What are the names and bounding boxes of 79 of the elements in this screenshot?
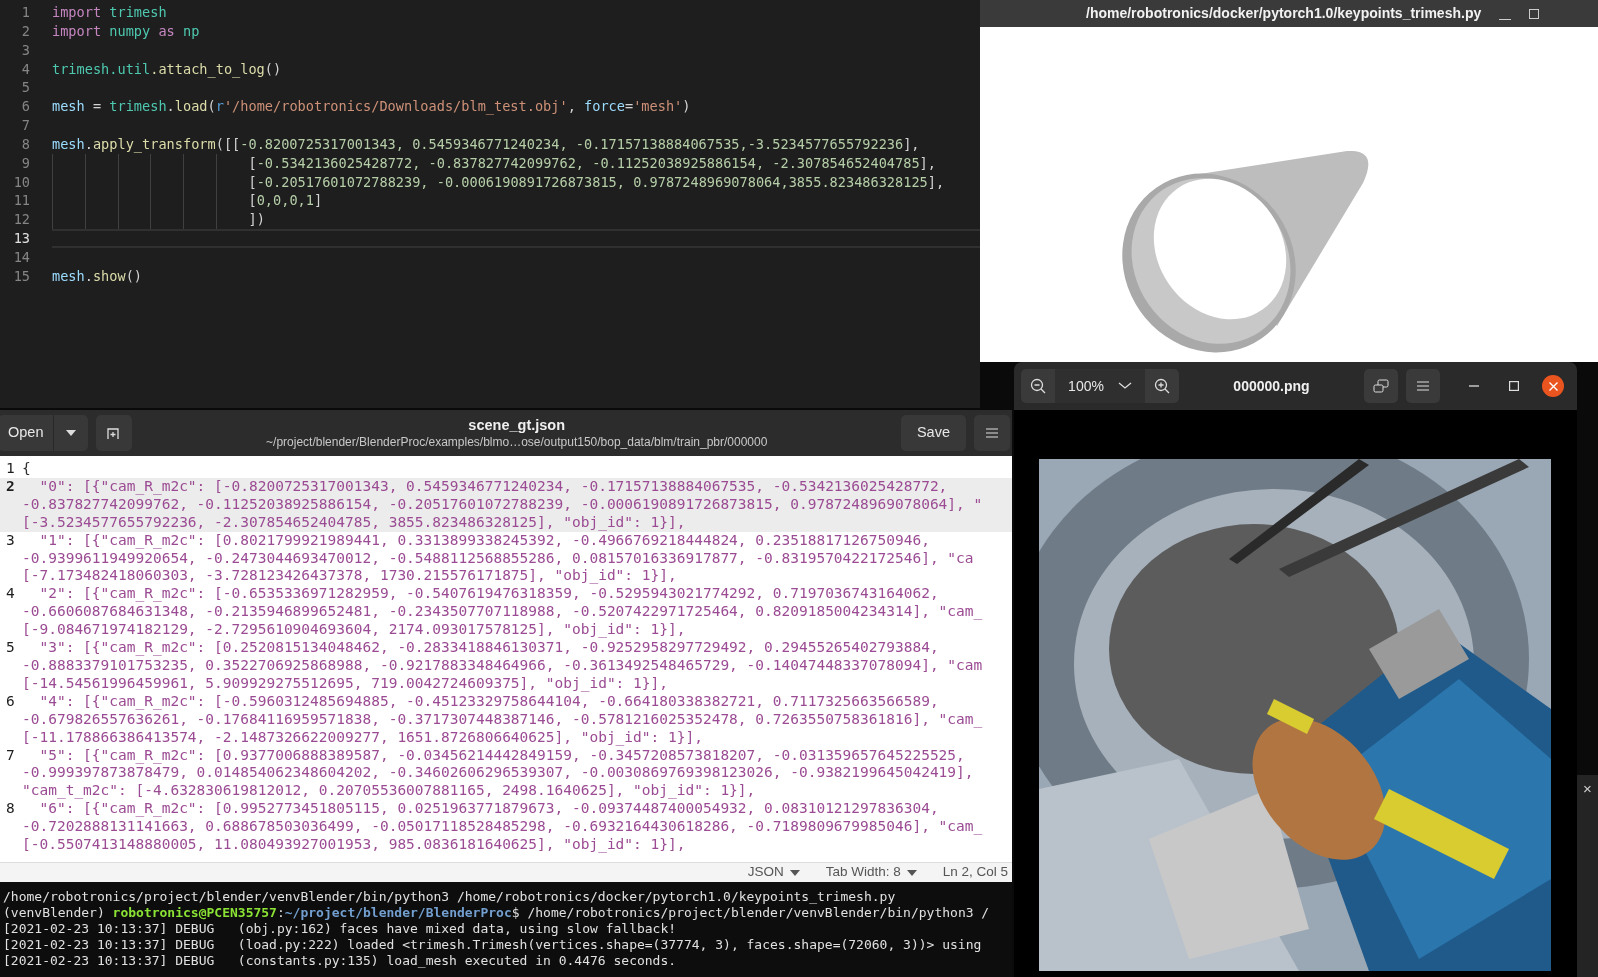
json-line: "5": [{"cam_R_m2c": [0.9377006888389587, -0.03456214442849159, -0.3457208573818207, -0.031359657645225525, -0.999397873878479, 0.014854062348604202, -0.34602606296539307, -0.0030869769398123026, -0.9382199645042419], "cam_t_m2c": [-4.632830619812012, 0.20705536007881165, 2498.1640625], "obj_id": 1}], (22, 746, 974, 801)
json-line: "2": [{"cam_R_m2c": [-0.6535336971282959, -0.5407619476318359, -0.5295943021774292, 0.7197036743164062, -0.6606087684631348, -0.2135946899652481, -0.2343507707118988, -0.5207422971725464, 0.8209185004234314], "cam_ [-9.084671974182129, -2.7295610904693604, 2174.093017578125], "obj_id": 1}], (22, 585, 983, 640)
new-tab-button[interactable] (96, 415, 133, 451)
line-number: 8 (20, 134, 30, 154)
line-number: 2 (5, 477, 16, 496)
line-number: 4 (5, 585, 16, 604)
line-number: 6 (5, 692, 16, 711)
maximize-button[interactable] (1529, 8, 1540, 19)
chevron-down-icon (1117, 382, 1132, 390)
menu-button[interactable] (974, 415, 1010, 451)
zoom-out-button[interactable] (1021, 369, 1055, 403)
zoom-in-button[interactable] (1145, 369, 1179, 403)
zoom-out-icon (1030, 378, 1046, 394)
code-line: [-0.20517601072788239, -0.0006190891726873815, 0.9787248969078064,3855.823486328125], (248, 172, 945, 192)
line-number: 5 (5, 639, 16, 658)
line-number: 4 (20, 59, 30, 79)
terminal-line: [2021-02-23 10:13:37] DEBUG (obj.py:162) faces have mixed data, using slow fallback! (3, 921, 678, 938)
restore-view-button[interactable] (1364, 369, 1398, 403)
code-line: import trimesh (52, 3, 167, 22)
close-button[interactable] (1542, 375, 1564, 397)
json-line: "4": [{"cam_R_m2c": [-0.5960312485694885, -0.45123329758644104, -0.664180338382721, 0.7117325663566589, -0.679826557636261, -0.17684116959571838, -0.3717307448387146, -0.5781216025352478, 0.7263550758361816], "cam_ [-11.178866386413574, -2.1487326622009277, 1651.8726806640625], "obj_id": 1}], (22, 692, 983, 747)
zoom-level-dropdown[interactable]: 100% (1055, 369, 1145, 403)
menu-icon (986, 428, 998, 438)
code-line: [-0.5342136025428772, -0.837827742099762, -0.11252038925886154, -2.307854652404785], (248, 153, 936, 173)
line-number: 12 (12, 210, 30, 230)
code-line: mesh.show() (52, 266, 143, 286)
windows-icon (1373, 379, 1389, 393)
language-dropdown[interactable]: JSON (747, 862, 800, 883)
line-number: 3 (5, 531, 16, 550)
line-number: 13 (12, 229, 30, 248)
caret-icon (789, 869, 800, 876)
menu-button[interactable] (1406, 369, 1440, 403)
code-line: ]) (248, 210, 265, 230)
open-button[interactable]: Open (0, 415, 55, 451)
line-number: 10 (12, 172, 30, 192)
json-line: "0": [{"cam_R_m2c": [-0.8200725317001343, 0.5459346771240234, -0.17157138884067535, -0.5342136025428772, -0.837827742099762, -0.11252038925886154, -0.20517601072788239, -0.0006190891726873815, 0.9787248969078064], " [-3.5234577655792236, -2.307854652404785, 3855.823486328125], "obj_id": 1}], (22, 477, 983, 532)
new-tab-icon (107, 426, 122, 440)
line-number: 7 (20, 116, 30, 135)
save-button[interactable]: Save (900, 415, 966, 451)
line-number: 2 (20, 21, 30, 41)
cursor-position: Ln 2, Col 5 (942, 863, 1008, 882)
terminal-line: [2021-02-23 10:13:37] DEBUG (constants.py:135) load_mesh executed in 0.4476 seconds. (3, 953, 678, 970)
line-number: 15 (12, 266, 30, 286)
maximize-icon (1509, 381, 1519, 391)
close-icon (1548, 381, 1558, 391)
json-line: { (22, 460, 31, 478)
line-number: 3 (20, 40, 30, 60)
json-line: "6": [{"cam_R_m2c": [0.9952773451805115, 0.0251963771879673, -0.09374487400054932, 0.08310121297836304, -0.7202888131141663, 0.688678503036499, -0.05017118528485298, -0.6932164430618286, -0.7189809679985046], "cam_ [-0.5507413148880005, 11.080493927001953, 985.0836181640625], "obj_id": 1}], (22, 800, 983, 854)
open-dropdown-button[interactable] (54, 415, 89, 451)
json-line: "3": [{"cam_R_m2c": [0.2520815134048462, -0.2833418846130371, -0.9252958297729492, 0.29455265402793884, -0.8883379101753235, 0.3522706925868988, -0.9217883348464966, -0.3613492548465729, -0.14047448337078094], "cam [-14.54561996459961, 5.909929275512695, 719.0042724609375], "obj_id": 1}], (22, 639, 983, 693)
zoom-in-icon (1154, 378, 1170, 394)
caret-icon (66, 430, 77, 436)
code-line: import numpy as np (52, 21, 200, 41)
terminal-line: [2021-02-23 10:13:37] DEBUG (load.py:222) loaded <trimesh.Trimesh(vertices.shape=(37774, 3), faces.shape=(72060, 3))> using (3, 937, 983, 954)
line-number: 9 (20, 153, 30, 173)
close-glyph[interactable]: × (1583, 781, 1592, 977)
line-number: 8 (5, 800, 16, 819)
minimize-icon (1469, 385, 1479, 387)
line-number: 1 (5, 460, 16, 478)
line-number: 11 (12, 191, 30, 211)
document-path: ~/project/blender/BlenderProc/examples/blmo…ose/output150/bop_data/blm/train_pbr/000000 (266, 434, 768, 450)
caret-icon (906, 869, 917, 876)
line-number: 7 (5, 746, 16, 765)
line-number: 14 (12, 247, 30, 267)
line-number: 5 (20, 78, 30, 98)
line-number: 6 (20, 97, 30, 117)
window-title: /home/robotronics/docker/pytorch1.0/keypoints_trimesh.py (1086, 4, 1482, 23)
code-line: [0,0,0,1] (248, 191, 323, 211)
window-title: 000000.png (1232, 376, 1311, 396)
code-line: mesh = trimesh.load(r'/home/robotronics/Downloads/blm_test.obj', force='mesh') (52, 97, 691, 117)
document-title: scene_gt.json (468, 416, 566, 435)
code-line: trimesh.util.attach_to_log() (52, 59, 282, 79)
code-line: mesh.apply_transform([[-0.8200725317001343, 0.5459346771240234, -0.17157138884067535,-3.5234577655792236], (52, 134, 920, 154)
line-number: 1 (20, 3, 30, 22)
terminal-line: (venvBlender) robotronics@PCEN35757:~/project/blender/BlenderProc$ /home/robotronics/project/blender/venvBlender/bin/python3 / (3, 905, 991, 922)
terminal-line: /home/robotronics/project/blender/venvBlender/bin/python3 /home/robotronics/docker/pytorch1.0/keypoints_trimesh.py (3, 889, 897, 906)
menu-icon (1417, 381, 1429, 391)
json-line: "1": [{"cam_R_m2c": [0.8021799921989441, 0.3313899338245392, -0.4966769218444824, 0.23518817126750946, -0.9399611949920654, -0.2473044693470012, -0.5488112568855286, 0.08157016336917877, -0.8319570422172546], "ca [-7.173482418060303, -3.728123426437378, 1730.215576171875], "obj_id": 1}], (22, 531, 974, 586)
tab-width-dropdown[interactable]: Tab Width: 8 (825, 862, 917, 883)
